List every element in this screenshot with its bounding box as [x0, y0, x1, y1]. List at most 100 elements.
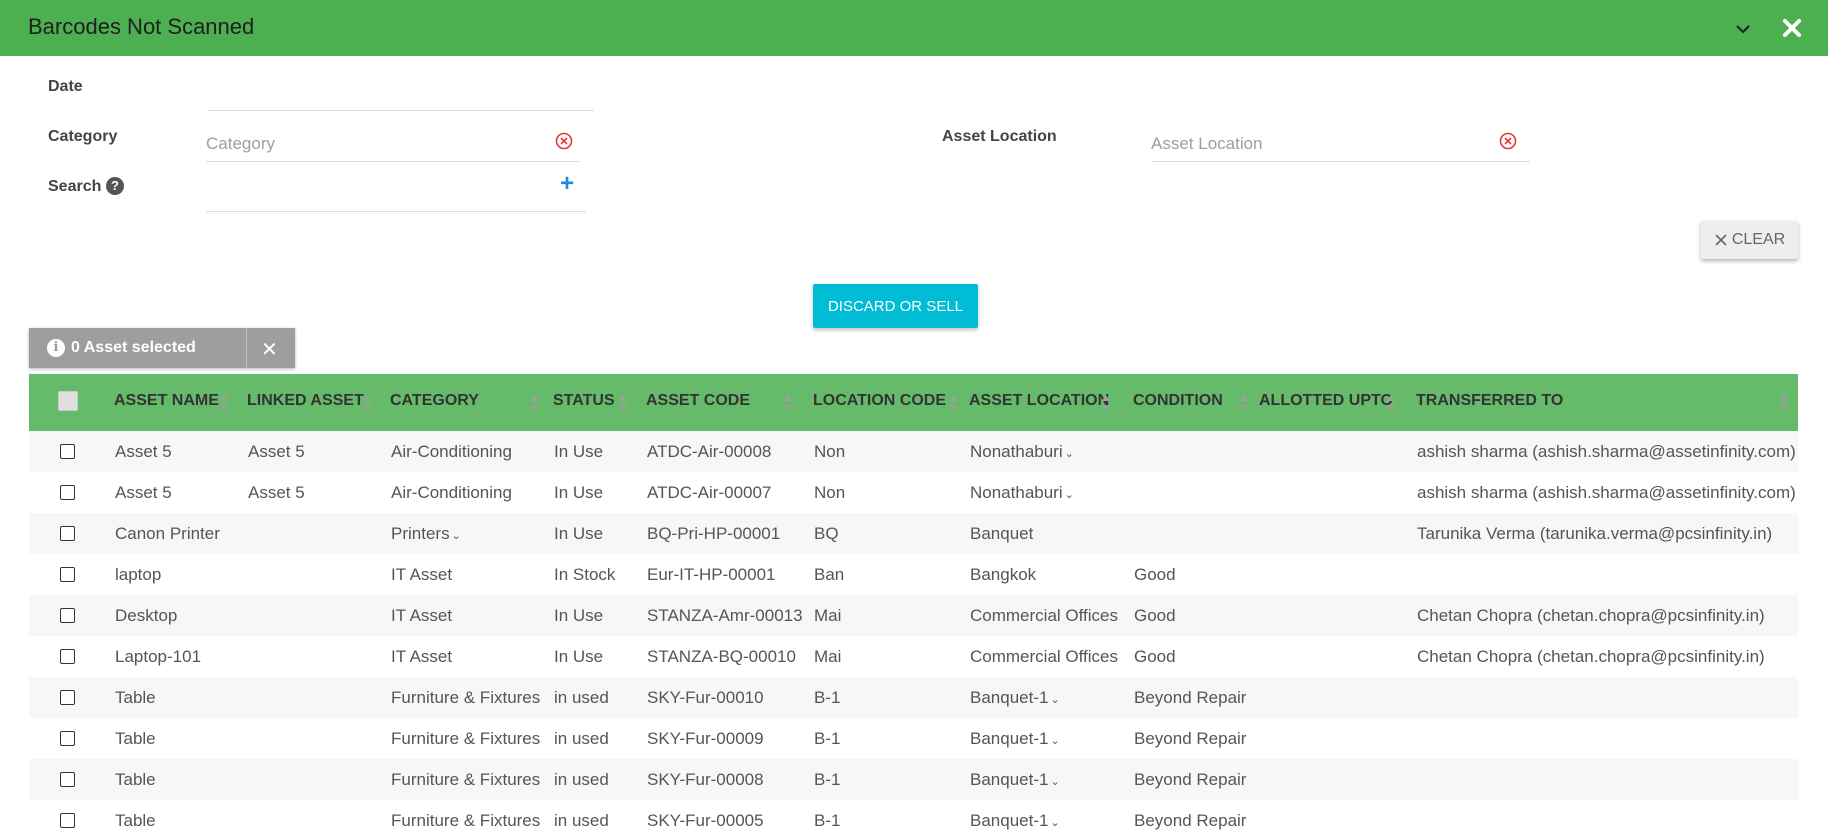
- column-header[interactable]: ASSET CODE: [646, 392, 750, 410]
- column-header[interactable]: LOCATION CODE: [813, 392, 946, 410]
- column-header[interactable]: CATEGORY: [390, 392, 479, 410]
- column-header[interactable]: ALLOTTED UPTO: [1259, 392, 1393, 410]
- sort-arrows-icon[interactable]: [949, 394, 959, 412]
- table-row[interactable]: Asset 5 Asset 5 Air-Conditioning In Use ATDC…: [29, 472, 1798, 513]
- date-field[interactable]: [208, 74, 594, 111]
- condition-cell: Good: [1134, 647, 1176, 667]
- asset-location-input[interactable]: [1151, 132, 1530, 156]
- row-checkbox[interactable]: [60, 608, 75, 623]
- row-checkbox[interactable]: [60, 690, 75, 705]
- chevron-down-icon[interactable]: ⌄: [452, 530, 461, 542]
- discard-or-sell-button[interactable]: DISCARD OR SELL: [813, 284, 978, 328]
- asset-name-cell: Table: [115, 729, 156, 749]
- asset-code-cell-text: SKY-Fur-00005: [647, 811, 764, 830]
- sort-arrows-icon[interactable]: [219, 394, 229, 412]
- asset-location-cell-text: Banquet-1: [970, 811, 1049, 830]
- row-checkbox[interactable]: [60, 444, 75, 459]
- column-header[interactable]: TRANSFERRED TO: [1416, 392, 1563, 410]
- asset-code-cell: STANZA-Amr-00013: [647, 606, 803, 626]
- location-code-cell-text: B-1: [814, 729, 841, 748]
- row-checkbox[interactable]: [60, 526, 75, 541]
- table-row[interactable]: Laptop-101 IT Asset In Use STANZA-BQ-00010 M…: [29, 636, 1798, 677]
- asset-location-cell-text: Commercial Offices: [970, 647, 1118, 666]
- asset-location-cell: Nonathaburi ⌄: [970, 442, 1074, 462]
- chevron-down-icon[interactable]: [1732, 18, 1754, 40]
- condition-cell: Beyond Repair: [1134, 688, 1246, 708]
- asset-location-cell: Banquet-1 ⌄: [970, 688, 1060, 708]
- row-checkbox[interactable]: [60, 772, 75, 787]
- linked-asset-cell-text: Asset 5: [248, 442, 305, 461]
- table-row[interactable]: Table Furniture & Fixtures in used SKY-Fur-…: [29, 800, 1798, 839]
- clear-button[interactable]: CLEAR: [1701, 221, 1798, 259]
- column-header[interactable]: ASSET NAME: [114, 392, 219, 410]
- condition-cell-text: Good: [1134, 606, 1176, 625]
- transferred-to-cell-text: Chetan Chopra (chetan.chopra@pcsinfinity…: [1417, 647, 1765, 666]
- circle-x-icon[interactable]: [554, 131, 574, 151]
- row-checkbox[interactable]: [60, 649, 75, 664]
- status-cell-text: In Use: [554, 647, 604, 666]
- table-row[interactable]: Table Furniture & Fixtures in used SKY-Fur-…: [29, 718, 1798, 759]
- row-checkbox[interactable]: [60, 567, 75, 582]
- close-icon[interactable]: [1781, 17, 1803, 39]
- asset-location-cell-text: Nonathaburi: [970, 442, 1063, 461]
- table-row[interactable]: Canon Printer Printers ⌄ In Use BQ-Pri-HP-00…: [29, 513, 1798, 554]
- column-header[interactable]: LINKED ASSET: [247, 392, 364, 410]
- chevron-down-icon[interactable]: ⌄: [1065, 489, 1074, 501]
- location-code-cell: Mai: [814, 647, 841, 667]
- close-icon[interactable]: ✕: [261, 337, 278, 362]
- category-input[interactable]: [206, 132, 580, 156]
- chevron-down-icon[interactable]: ⌄: [1065, 448, 1074, 460]
- sort-arrows-icon[interactable]: [1101, 394, 1111, 412]
- condition-cell: Beyond Repair: [1134, 770, 1246, 790]
- column-header[interactable]: CONDITION: [1133, 392, 1223, 410]
- chevron-down-icon[interactable]: ⌄: [1050, 817, 1059, 829]
- asset-code-cell: SKY-Fur-00009: [647, 729, 764, 749]
- date-input[interactable]: [208, 74, 594, 110]
- asset-name-cell: Desktop: [115, 606, 177, 626]
- asset-location-field[interactable]: [1151, 124, 1530, 162]
- chevron-down-icon[interactable]: ⌄: [1050, 776, 1059, 788]
- search-input[interactable]: [206, 172, 586, 211]
- asset-code-cell-text: SKY-Fur-00009: [647, 729, 764, 748]
- column-header[interactable]: STATUS: [553, 392, 615, 410]
- plus-icon[interactable]: +: [560, 172, 574, 196]
- info-circle-icon: i: [47, 339, 65, 357]
- chevron-down-icon[interactable]: ⌄: [1050, 694, 1059, 706]
- sort-arrows-icon[interactable]: [1779, 394, 1789, 412]
- sort-arrows-icon[interactable]: [529, 394, 539, 412]
- table-row[interactable]: Table Furniture & Fixtures in used SKY-Fur-…: [29, 759, 1798, 800]
- sort-arrows-icon[interactable]: [1238, 394, 1248, 412]
- search-field[interactable]: +: [206, 172, 586, 212]
- chevron-down-icon[interactable]: ⌄: [1050, 735, 1059, 747]
- table-row[interactable]: Desktop IT Asset In Use STANZA-Amr-00013 Mai…: [29, 595, 1798, 636]
- category-cell: IT Asset: [391, 606, 452, 626]
- question-circle-icon[interactable]: ?: [106, 177, 124, 195]
- column-header[interactable]: ASSET LOCATION: [969, 392, 1109, 410]
- sort-arrows-icon[interactable]: [1386, 394, 1396, 412]
- select-all-checkbox[interactable]: [58, 391, 78, 411]
- table-row[interactable]: Asset 5 Asset 5 Air-Conditioning In Use ATDC…: [29, 431, 1798, 472]
- category-field[interactable]: [206, 124, 580, 162]
- sort-arrows-icon[interactable]: [618, 394, 628, 412]
- row-checkbox[interactable]: [60, 731, 75, 746]
- condition-cell: Beyond Repair: [1134, 729, 1246, 749]
- asset-location-cell: Bangkok: [970, 565, 1036, 585]
- asset-name-cell-text: Table: [115, 770, 156, 789]
- table-row[interactable]: laptop IT Asset In Stock Eur-IT-HP-00001 Ban…: [29, 554, 1798, 595]
- condition-cell-text: Good: [1134, 565, 1176, 584]
- status-cell-text: in used: [554, 729, 609, 748]
- sort-arrows-icon[interactable]: [784, 394, 794, 412]
- asset-name-cell: Laptop-101: [115, 647, 201, 667]
- location-code-cell: BQ: [814, 524, 839, 544]
- status-cell-text: In Use: [554, 606, 604, 625]
- status-cell: in used: [554, 688, 609, 708]
- category-cell-text: Air-Conditioning: [391, 442, 512, 461]
- asset-location-cell-text: Banquet-1: [970, 729, 1049, 748]
- search-label: Search: [48, 178, 102, 195]
- circle-x-icon[interactable]: [1498, 131, 1518, 151]
- sort-arrows-icon[interactable]: [362, 394, 372, 412]
- status-cell: In Stock: [554, 565, 615, 585]
- row-checkbox[interactable]: [60, 813, 75, 828]
- row-checkbox[interactable]: [60, 485, 75, 500]
- table-row[interactable]: Table Furniture & Fixtures in used SKY-Fur-…: [29, 677, 1798, 718]
